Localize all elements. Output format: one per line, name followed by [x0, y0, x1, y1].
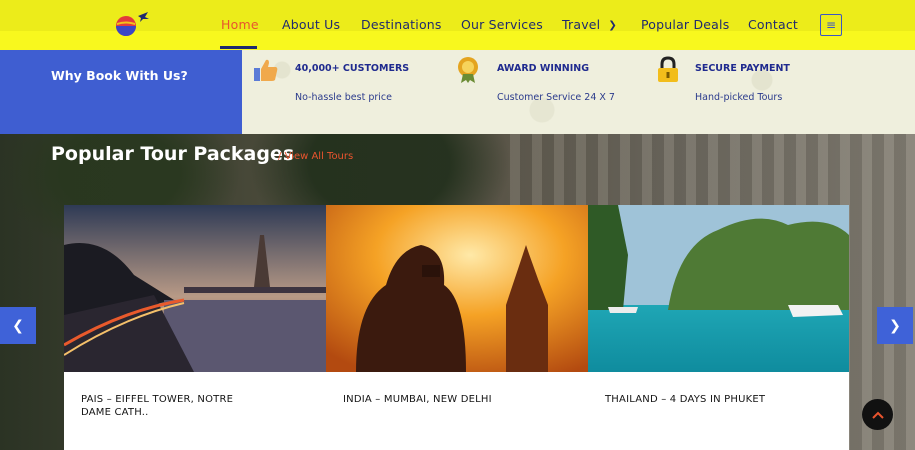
nav-travel-label: Travel: [562, 17, 601, 32]
view-all-tours-link[interactable]: / View All Tours: [278, 151, 353, 162]
tour-card-title: PAIS – EIFFEL TOWER, NOTRE DAME CATH..: [81, 393, 233, 419]
tour-card-thailand[interactable]: THAILAND – 4 DAYS IN PHUKET: [588, 205, 849, 450]
section-title: Popular Tour Packages: [51, 143, 295, 165]
thailand-image: [588, 205, 849, 372]
chevron-up-icon: [871, 411, 884, 419]
active-nav-indicator: [220, 46, 257, 49]
tour-card-paris[interactable]: PAIS – EIFFEL TOWER, NOTRE DAME CATH..: [64, 205, 326, 450]
globe-plane-logo[interactable]: [112, 10, 150, 38]
award-badge-icon: [458, 57, 478, 83]
nav-home[interactable]: Home: [221, 17, 259, 32]
hamburger-icon[interactable]: ≡: [820, 14, 842, 36]
nav-popular-deals[interactable]: Popular Deals: [641, 17, 729, 32]
why-book-title: Why Book With Us?: [51, 68, 188, 83]
tour-card-title: INDIA – MUMBAI, NEW DELHI: [343, 393, 492, 406]
feature-subtitle: Hand-picked Tours: [695, 92, 783, 103]
feature-subtitle: No-hassle best price: [295, 92, 392, 103]
nav-travel[interactable]: Travel ❯: [562, 17, 617, 32]
tour-card-title-line: PAIS – EIFFEL TOWER, NOTRE: [81, 394, 234, 405]
nav-destinations[interactable]: Destinations: [361, 17, 442, 32]
thumbs-up-icon: [254, 59, 278, 81]
scroll-to-top-button[interactable]: [862, 399, 893, 430]
tour-card-india[interactable]: INDIA – MUMBAI, NEW DELHI: [326, 205, 588, 450]
india-image: [326, 205, 588, 372]
nav-about-us[interactable]: About Us: [282, 17, 340, 32]
nav-contact[interactable]: Contact: [748, 17, 798, 32]
chevron-right-icon[interactable]: ❯: [877, 307, 913, 344]
padlock-icon: [658, 56, 678, 82]
feature-title: SECURE PAYMENT: [695, 63, 790, 74]
paris-image: [64, 205, 326, 372]
chevron-down-icon: ❯: [608, 20, 617, 31]
tour-card-title: THAILAND – 4 DAYS IN PHUKET: [605, 393, 765, 406]
tour-card-title-line: DAME CATH..: [81, 407, 149, 418]
feature-subtitle: Customer Service 24 X 7: [497, 92, 615, 103]
tour-card-title-line: INDIA – MUMBAI, NEW DELHI: [343, 394, 492, 405]
tour-card-title-line: THAILAND – 4 DAYS IN PHUKET: [605, 394, 766, 405]
feature-title: 40,000+ CUSTOMERS: [295, 63, 410, 74]
nav-our-services[interactable]: Our Services: [461, 17, 543, 32]
chevron-left-icon[interactable]: ❮: [0, 307, 36, 344]
top-navbar: Home About Us Destinations Our Services …: [0, 0, 915, 50]
feature-title: AWARD WINNING: [497, 63, 590, 74]
features-strip: 40,000+ CUSTOMERS No-hassle best price A…: [242, 50, 915, 134]
why-book-panel: Why Book With Us?: [0, 50, 242, 134]
